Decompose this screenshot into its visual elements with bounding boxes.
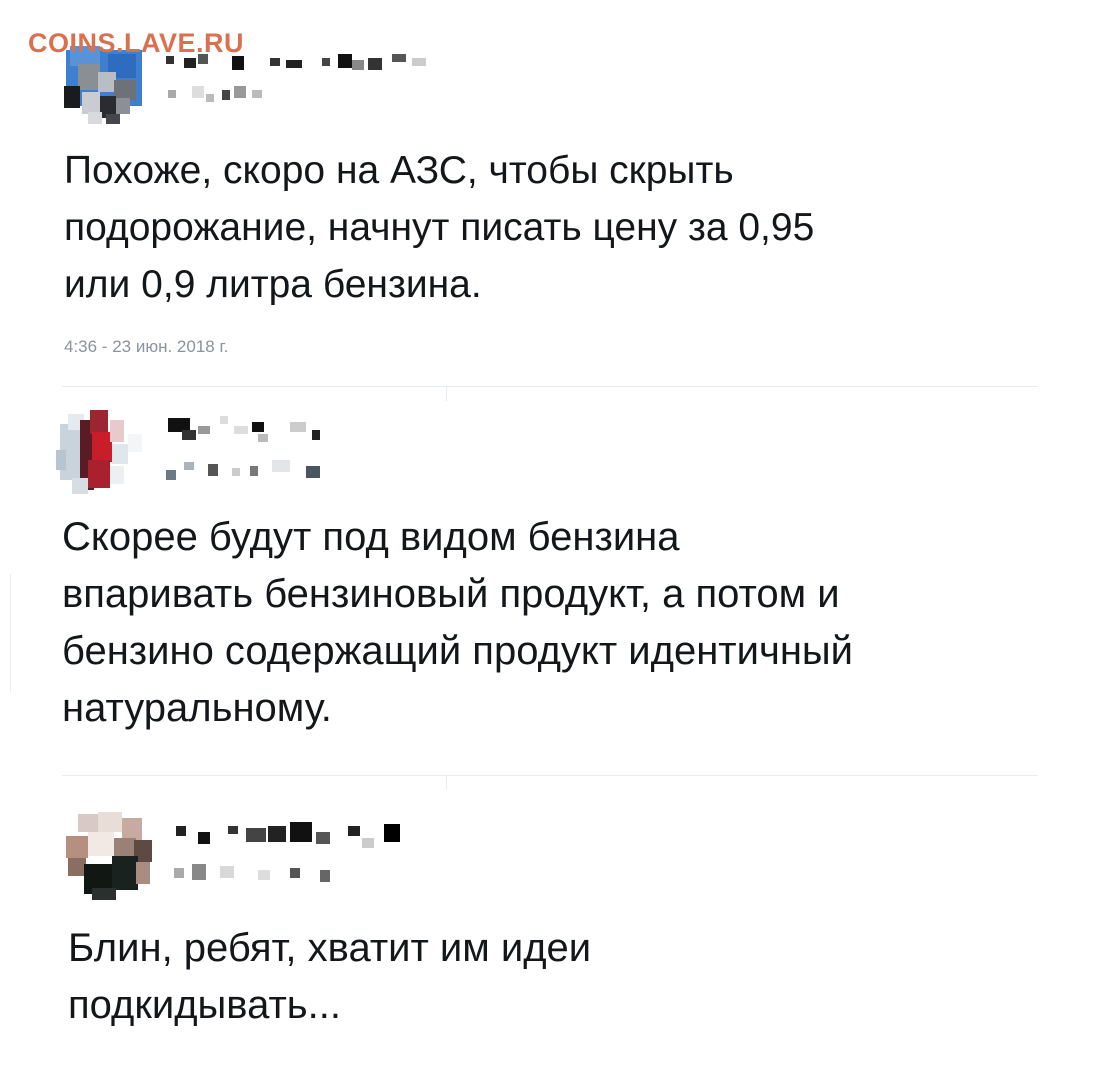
pixelated-username[interactable] bbox=[172, 818, 408, 888]
tweet-text: Блин, ребят, хватит им идеи подкидывать.… bbox=[68, 926, 592, 1027]
pixelated-username[interactable] bbox=[162, 50, 432, 112]
tweet-text: Скорее будут под видом бензина впаривать… bbox=[62, 515, 853, 730]
tweet-text: Похоже, скоро на АЗС, чтобы скрыть подор… bbox=[64, 149, 815, 306]
divider bbox=[62, 775, 1038, 790]
pixelated-avatar[interactable] bbox=[60, 808, 160, 904]
pixelated-avatar[interactable] bbox=[54, 404, 150, 500]
divider bbox=[62, 386, 1038, 401]
pixelated-username[interactable] bbox=[162, 412, 342, 490]
left-edge-border bbox=[0, 574, 11, 692]
site-watermark: COINS.LAVE.RU bbox=[28, 28, 245, 58]
tweet-timestamp[interactable]: 4:36 - 23 июн. 2018 г. bbox=[64, 337, 228, 357]
